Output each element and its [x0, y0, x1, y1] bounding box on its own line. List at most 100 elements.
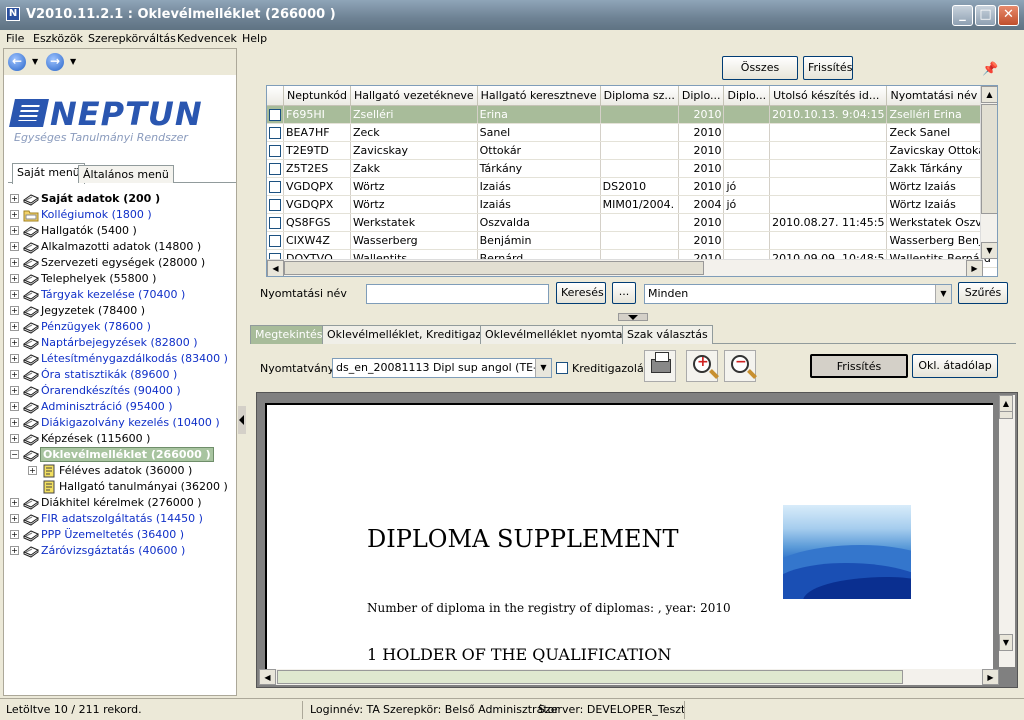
expand-icon[interactable]: + [10, 402, 19, 411]
filter-button[interactable]: Szűrés [958, 282, 1008, 304]
grid-column-header[interactable]: Diploma sz... [600, 86, 679, 106]
row-select-cell[interactable] [267, 159, 284, 178]
row-checkbox[interactable] [269, 108, 281, 121]
table-row[interactable]: T2E9TD Zavicskay Ottokár 2010 Zavicskay Otto… [267, 141, 997, 160]
expand-icon[interactable]: + [10, 226, 19, 235]
template-select[interactable]: ds_en_20081113 Dipl sup angol (TE- Tí ▼ [332, 358, 552, 378]
row-checkbox[interactable] [269, 126, 281, 139]
cover-sheet-button[interactable]: Okl. átadólap [912, 354, 998, 378]
table-row[interactable]: BEA7HF Zeck Sanel 2010 Zeck Sanel [267, 123, 997, 142]
scroll-right-icon[interactable]: ▶ [982, 669, 999, 685]
collapse-icon[interactable]: − [10, 450, 19, 459]
tab-diploma-print[interactable]: Oklevélmelléklet nyomtatás [480, 325, 645, 344]
chevron-down-icon[interactable]: ▼ [535, 359, 551, 377]
maximize-button[interactable]: □ [975, 5, 996, 26]
scroll-thumb[interactable] [999, 411, 1013, 419]
expand-icon[interactable]: + [10, 290, 19, 299]
print-name-input[interactable] [366, 284, 549, 304]
row-select-cell[interactable] [267, 177, 284, 196]
viewer-refresh-button[interactable]: Frissítés [810, 354, 908, 378]
table-row[interactable]: QS8FGS Werkstatek Oszvalda 2010 2010.08.27. … [267, 213, 997, 232]
row-select-cell[interactable] [267, 231, 284, 250]
expand-icon[interactable]: + [10, 514, 19, 523]
grid-vertical-scrollbar[interactable]: ▲ ▼ [980, 86, 997, 259]
document-vertical-scrollbar[interactable]: ▲ ▼ [999, 395, 1015, 667]
table-row[interactable]: CIXW4Z Wasserberg Benjámin 2010 Wasserberg B… [267, 231, 997, 250]
expand-icon[interactable]: + [10, 258, 19, 267]
grid-horizontal-scrollbar[interactable]: ◀ ▶ [267, 259, 983, 276]
expand-icon[interactable]: + [10, 338, 19, 347]
menu-tools[interactable]: Eszközök [33, 32, 83, 45]
row-checkbox[interactable] [269, 144, 281, 157]
grid-column-header[interactable]: Utolsó készítés id... [769, 86, 888, 106]
row-select-cell[interactable] [267, 213, 284, 232]
chevron-down-icon[interactable]: ▼ [935, 285, 951, 303]
expand-icon[interactable]: + [10, 498, 19, 507]
zoom-in-button[interactable]: + [686, 350, 718, 382]
table-row[interactable]: VGDQPX Wörtz Izaiás DS2010 2010 jó Wörtz Izaiá… [267, 177, 997, 196]
expand-icon[interactable]: + [10, 322, 19, 331]
row-select-cell[interactable] [267, 123, 284, 142]
grid-column-header[interactable]: Hallgató vezetékneve [350, 86, 478, 106]
row-checkbox[interactable] [269, 234, 281, 247]
tab-general-menu[interactable]: Általános menü [78, 165, 174, 183]
collapse-left-icon[interactable] [238, 406, 246, 434]
filter-select[interactable]: Minden ▼ [644, 284, 952, 304]
row-checkbox[interactable] [269, 180, 281, 193]
scroll-left-icon[interactable]: ◀ [267, 260, 284, 276]
tab-own-menu[interactable]: Saját menü [12, 163, 85, 184]
menu-role-switch[interactable]: Szerepkörváltás [88, 32, 176, 45]
scroll-up-icon[interactable]: ▲ [981, 86, 997, 103]
expand-icon[interactable]: + [10, 546, 19, 555]
grid-column-header[interactable]: Neptunkód [283, 86, 351, 106]
credit-checkbox[interactable] [556, 362, 568, 374]
scroll-thumb-horizontal[interactable] [277, 670, 903, 684]
forward-arrow-icon[interactable]: → [46, 53, 64, 71]
scroll-right-icon[interactable]: ▶ [966, 260, 983, 276]
expand-icon[interactable]: + [10, 386, 19, 395]
scroll-down-icon[interactable]: ▼ [999, 634, 1013, 651]
collapse-top-icon[interactable] [618, 313, 648, 321]
panel-splitter[interactable] [237, 48, 247, 696]
expand-icon[interactable]: + [10, 274, 19, 283]
back-dropdown-icon[interactable]: ▼ [32, 57, 38, 66]
expand-icon[interactable]: + [10, 194, 19, 203]
table-row[interactable]: VGDQPX Wörtz Izaiás MIM01/2004. 2004 jó Wörtz … [267, 195, 997, 214]
expand-icon[interactable]: + [10, 418, 19, 427]
row-select-cell[interactable] [267, 195, 284, 214]
table-row[interactable]: F695HI Zselléri Erina 2010 2010.10.13. 9:04:… [267, 105, 997, 124]
expand-icon[interactable]: + [10, 370, 19, 379]
table-row[interactable]: Z5T2ES Zakk Tárkány 2010 Zakk Tárkány [267, 159, 997, 178]
menu-help[interactable]: Help [242, 32, 267, 45]
close-button[interactable]: ✕ [998, 5, 1019, 26]
expand-icon[interactable]: + [28, 466, 37, 475]
back-arrow-icon[interactable]: ← [8, 53, 26, 71]
tab-major-select[interactable]: Szak választás [622, 325, 713, 344]
pin-icon[interactable]: 📌 [982, 62, 998, 77]
grid-column-header[interactable]: Diplo... [723, 86, 771, 106]
grid-column-header[interactable]: Diplo... [678, 86, 725, 106]
expand-icon[interactable]: + [10, 530, 19, 539]
tab-preview[interactable]: Megtekintés [250, 325, 328, 344]
scroll-left-icon[interactable]: ◀ [259, 669, 276, 685]
row-select-cell[interactable] [267, 141, 284, 160]
row-select-cell[interactable] [267, 105, 284, 124]
print-button[interactable] [644, 350, 676, 382]
scroll-thumb[interactable] [981, 104, 997, 214]
menu-file[interactable]: File [6, 32, 24, 45]
row-checkbox[interactable] [269, 216, 281, 229]
scroll-up-icon[interactable]: ▲ [999, 395, 1013, 412]
menu-favorites[interactable]: Kedvencek [177, 32, 237, 45]
scroll-down-icon[interactable]: ▼ [981, 242, 997, 259]
expand-icon[interactable]: + [10, 354, 19, 363]
search-button[interactable]: Keresés [556, 282, 606, 304]
expand-icon[interactable]: + [10, 306, 19, 315]
refresh-button[interactable]: Frissítés [803, 56, 853, 80]
expand-icon[interactable]: + [10, 434, 19, 443]
forward-dropdown-icon[interactable]: ▼ [70, 57, 76, 66]
row-checkbox[interactable] [269, 162, 281, 175]
expand-icon[interactable]: + [10, 210, 19, 219]
row-checkbox[interactable] [269, 198, 281, 211]
grid-header-select[interactable] [267, 86, 284, 106]
browse-button[interactable]: ... [612, 282, 636, 304]
